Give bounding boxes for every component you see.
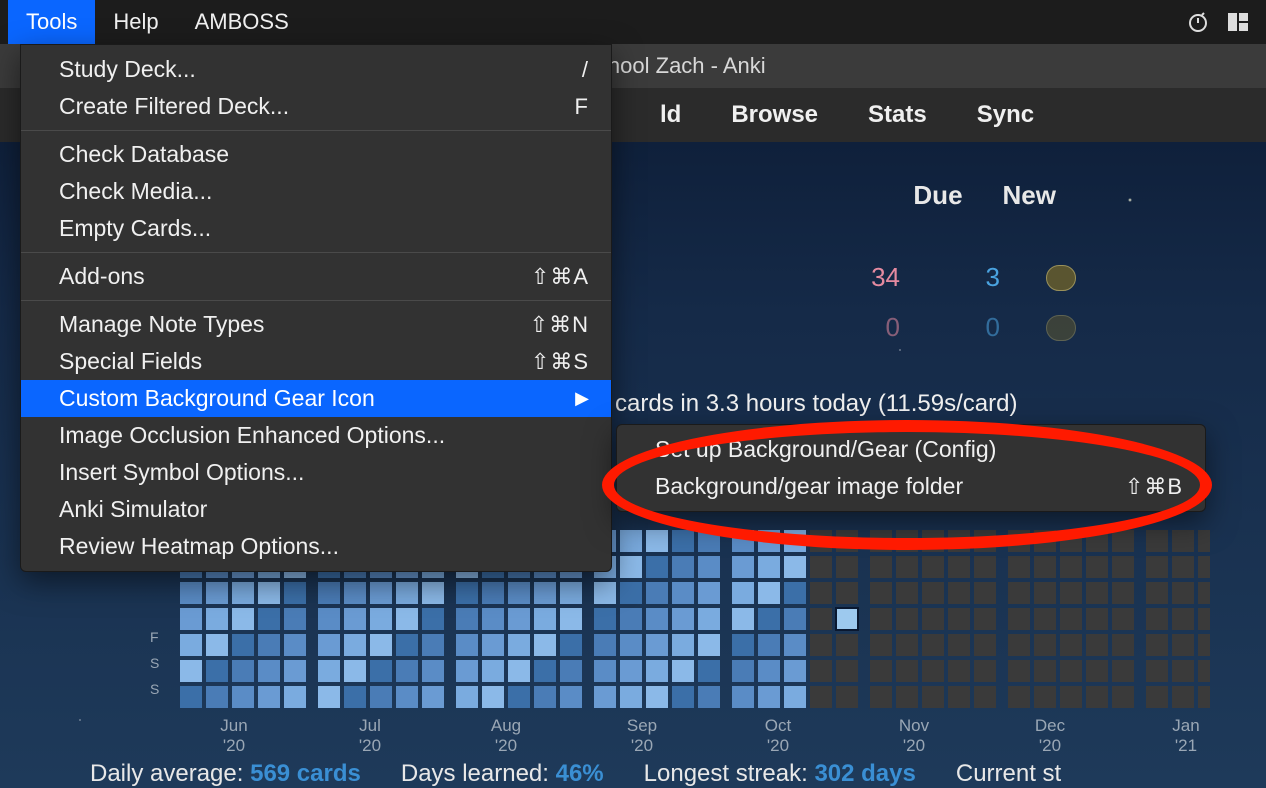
stat-daily-avg: Daily average: 569 cards <box>90 760 361 788</box>
menu-label: Background/gear image folder <box>655 473 963 500</box>
month-label: Sep '20 <box>618 716 666 756</box>
menu-label: Create Filtered Deck... <box>59 93 289 120</box>
menu-label: Check Media... <box>59 178 212 205</box>
menu-label: Check Database <box>59 141 229 168</box>
month-label: Dec '20 <box>1026 716 1074 756</box>
menu-manage-note-types[interactable]: Manage Note Types ⇧⌘N <box>21 306 611 343</box>
menubar-tools[interactable]: Tools <box>8 0 95 44</box>
menu-addons[interactable]: Add-ons ⇧⌘A <box>21 258 611 295</box>
stat-value: 302 days <box>814 760 915 787</box>
menu-separator <box>21 252 611 253</box>
layout-grid-icon[interactable] <box>1218 0 1258 44</box>
submenu-config[interactable]: Set up Background/Gear (Config) <box>617 431 1205 468</box>
menu-custom-background[interactable]: Custom Background Gear Icon ▶ <box>21 380 611 417</box>
deck-gear-icon[interactable] <box>1046 315 1076 341</box>
menu-shortcut: ⇧⌘S <box>531 349 589 375</box>
day-label: F <box>150 624 159 650</box>
toolbar-sync[interactable]: Sync <box>977 101 1034 129</box>
menu-label: Insert Symbol Options... <box>59 459 304 486</box>
menu-shortcut: ⇧⌘B <box>1125 474 1183 500</box>
menu-check-media[interactable]: Check Media... <box>21 173 611 210</box>
menu-label: Manage Note Types <box>59 311 264 338</box>
menu-label: Review Heatmap Options... <box>59 533 339 560</box>
menu-anki-simulator[interactable]: Anki Simulator <box>21 491 611 528</box>
month-label: Nov '20 <box>890 716 938 756</box>
stat-days-learned: Days learned: 46% <box>401 760 604 788</box>
menu-study-deck[interactable]: Study Deck... / <box>21 51 611 88</box>
tools-menu-dropdown: Study Deck... / Create Filtered Deck... … <box>20 44 612 572</box>
menu-shortcut: ⇧⌘A <box>531 264 589 290</box>
new-count: 3 <box>940 262 1000 293</box>
menubar: Tools Help AMBOSS <box>0 0 1266 44</box>
custom-background-submenu: Set up Background/Gear (Config) Backgrou… <box>616 424 1206 512</box>
toolbar-add-partial[interactable]: ld <box>660 101 681 129</box>
menu-label: Custom Background Gear Icon <box>59 385 375 412</box>
menu-shortcut: ⇧⌘N <box>530 312 589 338</box>
heatmap-stats: Daily average: 569 cards Days learned: 4… <box>90 760 1061 788</box>
menu-review-heatmap[interactable]: Review Heatmap Options... <box>21 528 611 565</box>
due-count: 0 <box>840 312 900 343</box>
header-new: New <box>1003 180 1056 211</box>
heatmap-month-labels: Jun '20 Jul '20 Aug '20 Sep '20 Oct '20 … <box>150 716 1210 756</box>
stat-longest-streak: Longest streak: 302 days <box>644 760 916 788</box>
stat-label: Daily average: <box>90 760 243 787</box>
stat-value: 46% <box>556 760 604 787</box>
toolbar-browse[interactable]: Browse <box>731 101 818 129</box>
stat-value: 569 cards <box>250 760 361 787</box>
menu-label: Anki Simulator <box>59 496 207 523</box>
menu-label: Set up Background/Gear (Config) <box>655 436 996 463</box>
deck-gear-icon[interactable] <box>1046 265 1076 291</box>
stat-label: Days learned: <box>401 760 549 787</box>
month-label: Jan '21 <box>1162 716 1210 756</box>
stat-current-streak-partial: Current st <box>956 760 1061 788</box>
menu-separator <box>21 130 611 131</box>
menu-empty-cards[interactable]: Empty Cards... <box>21 210 611 247</box>
stat-label: Longest streak: <box>644 760 808 787</box>
day-label: S <box>150 676 159 702</box>
menu-create-filtered[interactable]: Create Filtered Deck... F <box>21 88 611 125</box>
heatmap-day-labels: F S S <box>150 624 159 702</box>
menu-check-database[interactable]: Check Database <box>21 136 611 173</box>
new-count: 0 <box>940 312 1000 343</box>
header-due: Due <box>913 180 962 211</box>
menu-insert-symbol[interactable]: Insert Symbol Options... <box>21 454 611 491</box>
menu-special-fields[interactable]: Special Fields ⇧⌘S <box>21 343 611 380</box>
day-label: S <box>150 650 159 676</box>
menu-label: Special Fields <box>59 348 202 375</box>
studied-today-text: cards in 3.3 hours today (11.59s/card) <box>615 390 1017 418</box>
deck-column-headers: Due New <box>660 180 1186 211</box>
month-label: Jul '20 <box>346 716 394 756</box>
menu-shortcut: / <box>582 57 589 83</box>
menu-label: Empty Cards... <box>59 215 211 242</box>
month-label: Oct '20 <box>754 716 802 756</box>
month-label: Jun '20 <box>210 716 258 756</box>
menubar-amboss[interactable]: AMBOSS <box>177 0 307 44</box>
menu-label: Image Occlusion Enhanced Options... <box>59 422 445 449</box>
month-label: Aug '20 <box>482 716 530 756</box>
deck-row[interactable]: 0 0 <box>660 312 1186 343</box>
menu-separator <box>21 300 611 301</box>
menu-image-occlusion[interactable]: Image Occlusion Enhanced Options... <box>21 417 611 454</box>
menubar-help[interactable]: Help <box>95 0 176 44</box>
menu-label: Add-ons <box>59 263 145 290</box>
menu-shortcut: F <box>575 94 589 120</box>
menu-label: Study Deck... <box>59 56 196 83</box>
timer-icon[interactable] <box>1178 0 1218 44</box>
toolbar-stats[interactable]: Stats <box>868 101 927 129</box>
submenu-image-folder[interactable]: Background/gear image folder ⇧⌘B <box>617 468 1205 505</box>
deck-row[interactable]: 34 3 <box>660 262 1186 293</box>
due-count: 34 <box>840 262 900 293</box>
submenu-arrow-icon: ▶ <box>575 388 589 409</box>
